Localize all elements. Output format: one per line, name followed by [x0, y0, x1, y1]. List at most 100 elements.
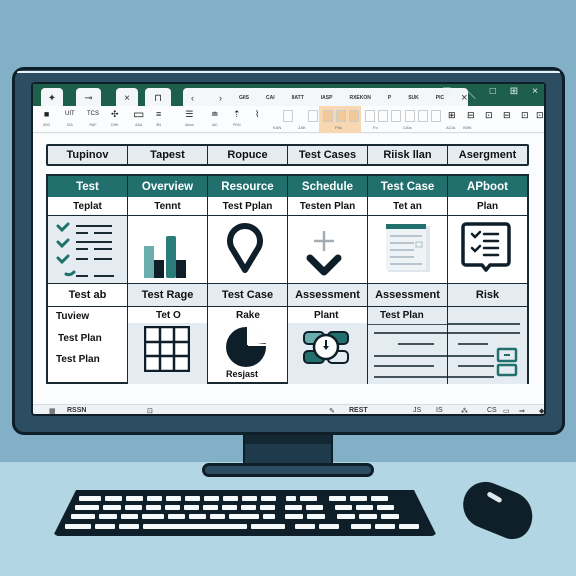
keyboard-key[interactable] — [204, 496, 219, 501]
keyboard-key[interactable] — [125, 505, 142, 510]
arrow-icon[interactable]: ⇒ — [519, 407, 525, 414]
keyboard-key[interactable] — [143, 524, 247, 529]
keyboard-key[interactable] — [75, 505, 99, 510]
grid-section-cell[interactable]: Risk — [448, 284, 527, 306]
keyboard-key[interactable] — [222, 505, 237, 510]
keyboard-key[interactable] — [146, 505, 161, 510]
zoom-icon[interactable]: ◆ — [539, 407, 544, 414]
keyboard-key[interactable] — [337, 514, 355, 519]
tab-label[interactable]: P — [388, 95, 391, 101]
keyboard-key[interactable] — [168, 514, 185, 519]
ribbon-cell[interactable] — [431, 110, 441, 122]
grid-icon-cell[interactable] — [208, 216, 288, 283]
status-icon[interactable]: ⊡ — [147, 407, 153, 414]
back-icon[interactable]: ‹ — [191, 93, 194, 103]
keyboard-key[interactable] — [285, 514, 303, 519]
grid-detail-cell[interactable]: Rake Resjast — [208, 307, 288, 384]
tab-label[interactable]: GIIS — [239, 95, 249, 101]
ribbon-button[interactable]: ✣ DHK — [111, 108, 119, 127]
keyboard-key[interactable] — [105, 496, 122, 501]
tab-label[interactable]: RXEKON — [349, 95, 370, 101]
grid-subtitle-cell[interactable]: Plan — [448, 197, 527, 215]
keyboard-key[interactable] — [295, 524, 315, 529]
keyboard-key[interactable] — [350, 496, 367, 501]
keyboard-key[interactable] — [185, 496, 200, 501]
grid-detail-cell[interactable]: Plant — [288, 307, 368, 384]
ribbon-cell[interactable] — [283, 110, 293, 122]
keyboard-key[interactable] — [371, 496, 388, 501]
keyboard-key[interactable] — [307, 514, 325, 519]
keyboard-key[interactable] — [184, 505, 199, 510]
minimize-icon[interactable]: ＼ — [466, 86, 476, 101]
ribbon-button[interactable]: ■ IIDG — [43, 108, 50, 127]
sheet-status-icon[interactable]: ▦ — [49, 407, 56, 414]
view-icon[interactable]: ▭ — [503, 407, 510, 414]
ribbon-button[interactable]: ▭ AAA — [133, 108, 144, 127]
keyboard-key[interactable] — [165, 505, 180, 510]
keyboard-key[interactable] — [103, 505, 121, 510]
keyboard-key[interactable] — [375, 524, 395, 529]
keyboard-key[interactable] — [356, 505, 373, 510]
keyboard-key[interactable] — [251, 524, 285, 529]
grid-detail-cell[interactable]: Test Plan — [368, 307, 448, 384]
keyboard-key[interactable] — [351, 524, 371, 529]
keyboard-key[interactable] — [99, 514, 117, 519]
keyboard-key[interactable] — [126, 496, 143, 501]
keyboard-key[interactable] — [223, 496, 238, 501]
tab-label[interactable]: IASP — [321, 95, 333, 101]
keyboard-key[interactable] — [399, 524, 419, 529]
keyboard-key[interactable] — [65, 524, 91, 529]
keyboard-key[interactable] — [377, 505, 394, 510]
grid-subtitle-cell[interactable]: Teplat — [48, 197, 128, 215]
grid-subtitle-cell[interactable]: Tet an — [368, 197, 448, 215]
ribbon-cell[interactable] — [405, 110, 415, 122]
ribbon-cell[interactable] — [349, 110, 359, 122]
tab-label[interactable]: IIATT — [292, 95, 304, 101]
header-cell[interactable]: Riisk llan — [368, 146, 448, 164]
keyboard-key[interactable] — [359, 514, 377, 519]
maximize-icon[interactable]: □ — [490, 86, 496, 101]
grid-title-cell[interactable]: Test — [48, 176, 128, 197]
restore-icon[interactable]: ⊞ — [510, 86, 518, 101]
grid-title-cell[interactable]: APboot — [448, 176, 527, 197]
keyboard-key[interactable] — [381, 514, 399, 519]
tab-window[interactable]: ⊓ — [145, 88, 171, 108]
keyboard-key[interactable] — [210, 514, 225, 519]
status-item[interactable]: CS — [487, 407, 497, 414]
keyboard-key[interactable] — [241, 505, 256, 510]
header-cell[interactable]: Ropuce — [208, 146, 288, 164]
tab-label[interactable]: SUK — [408, 95, 419, 101]
ribbon-cell[interactable] — [336, 110, 346, 122]
grid-icon-cell[interactable] — [288, 216, 368, 283]
tab-close[interactable]: × — [116, 88, 138, 108]
ribbon-cell[interactable] — [323, 110, 333, 122]
keyboard-key[interactable] — [261, 496, 276, 501]
grid-title-cell[interactable]: Overview — [128, 176, 208, 197]
grid-detail-cell[interactable]: Tet O — [128, 307, 208, 384]
keyboard-key[interactable] — [306, 505, 323, 510]
edit-icon[interactable]: ✎ — [329, 407, 335, 414]
grid-title-cell[interactable]: Schedule — [288, 176, 368, 197]
box-icon[interactable]: ⊡ — [536, 110, 544, 121]
header-cell[interactable]: Tupinov — [48, 146, 128, 164]
keyboard-key[interactable] — [166, 496, 181, 501]
grid-section-cell[interactable]: Assessment — [288, 284, 368, 306]
keyboard-key[interactable] — [329, 496, 346, 501]
ribbon-cell[interactable] — [308, 110, 318, 122]
sheet-icon[interactable]: ▤ — [442, 86, 451, 101]
keyboard-key[interactable] — [79, 496, 101, 501]
header-cell[interactable]: Test Cases — [288, 146, 368, 164]
grid-detail-cell[interactable]: Tuview Test Plan Test Plan — [48, 307, 128, 384]
grid-icon-cell[interactable] — [128, 216, 208, 283]
keyboard-key[interactable] — [121, 514, 138, 519]
status-item[interactable]: ⁂ — [461, 407, 468, 414]
keyboard-key[interactable] — [229, 514, 259, 519]
keyboard-key[interactable] — [286, 496, 296, 501]
grid-section-cell[interactable]: Test ab — [48, 284, 128, 306]
grid-icon-cell[interactable] — [48, 216, 128, 283]
box-icon[interactable]: ⊡ — [521, 110, 529, 121]
table-icon[interactable]: ⊟ — [467, 110, 475, 121]
keyboard-key[interactable] — [263, 514, 275, 519]
keyboard[interactable] — [53, 490, 437, 536]
ribbon-button[interactable]: ⇡ PDN — [233, 108, 241, 127]
